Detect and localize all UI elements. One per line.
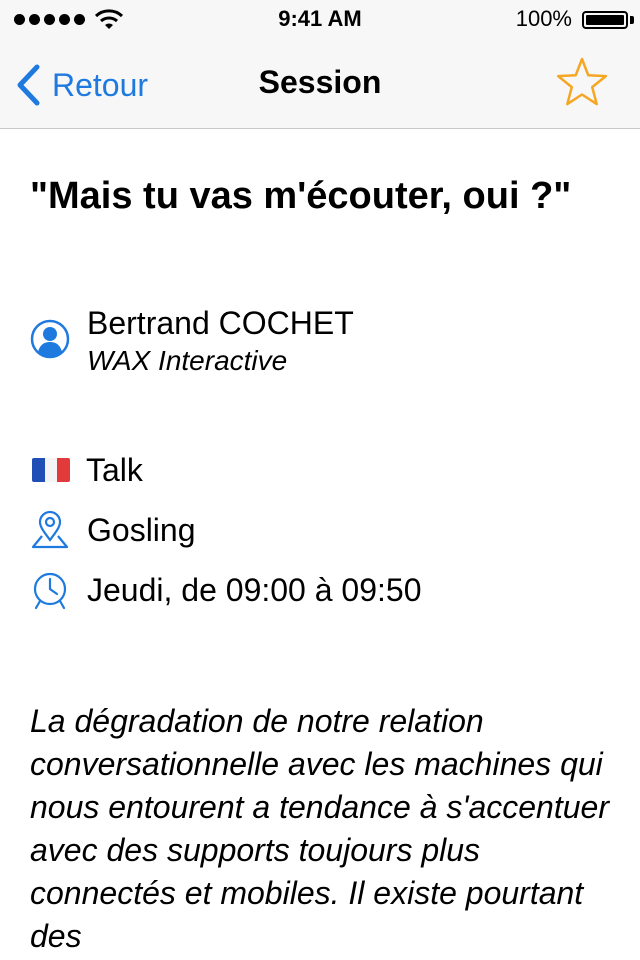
- status-bar: 9:41 AM 100%: [0, 0, 640, 40]
- session-time: Jeudi, de 09:00 à 09:50: [87, 572, 422, 608]
- session-type: Talk: [86, 452, 143, 488]
- battery-tip: [630, 16, 634, 24]
- clock-icon: [33, 572, 67, 610]
- session-description: La dégradation de notre relation convers…: [30, 703, 609, 954]
- page-title: Session: [258, 64, 382, 100]
- session-title: "Mais tu vas m'écouter, oui ?": [30, 175, 572, 217]
- speaker-company: WAX Interactive: [87, 345, 288, 376]
- room-row: Gosling: [30, 510, 196, 550]
- session-type-row: Talk: [30, 450, 143, 490]
- speaker-name: Bertrand COCHET: [87, 305, 354, 341]
- room-name: Gosling: [87, 512, 196, 548]
- battery-icon: [582, 11, 628, 29]
- time-row: Jeudi, de 09:00 à 09:50: [30, 570, 422, 610]
- speaker-row[interactable]: Bertrand COCHET WAX Interactive: [30, 303, 354, 379]
- french-flag-icon: [32, 458, 70, 482]
- navigation-bar: Retour Session: [0, 40, 640, 129]
- person-icon: [30, 319, 70, 359]
- speaker-info: Bertrand COCHET WAX Interactive: [87, 303, 354, 379]
- star-icon[interactable]: [554, 55, 610, 111]
- battery-percentage: 100%: [515, 6, 572, 31]
- map-pin-icon: [31, 510, 69, 549]
